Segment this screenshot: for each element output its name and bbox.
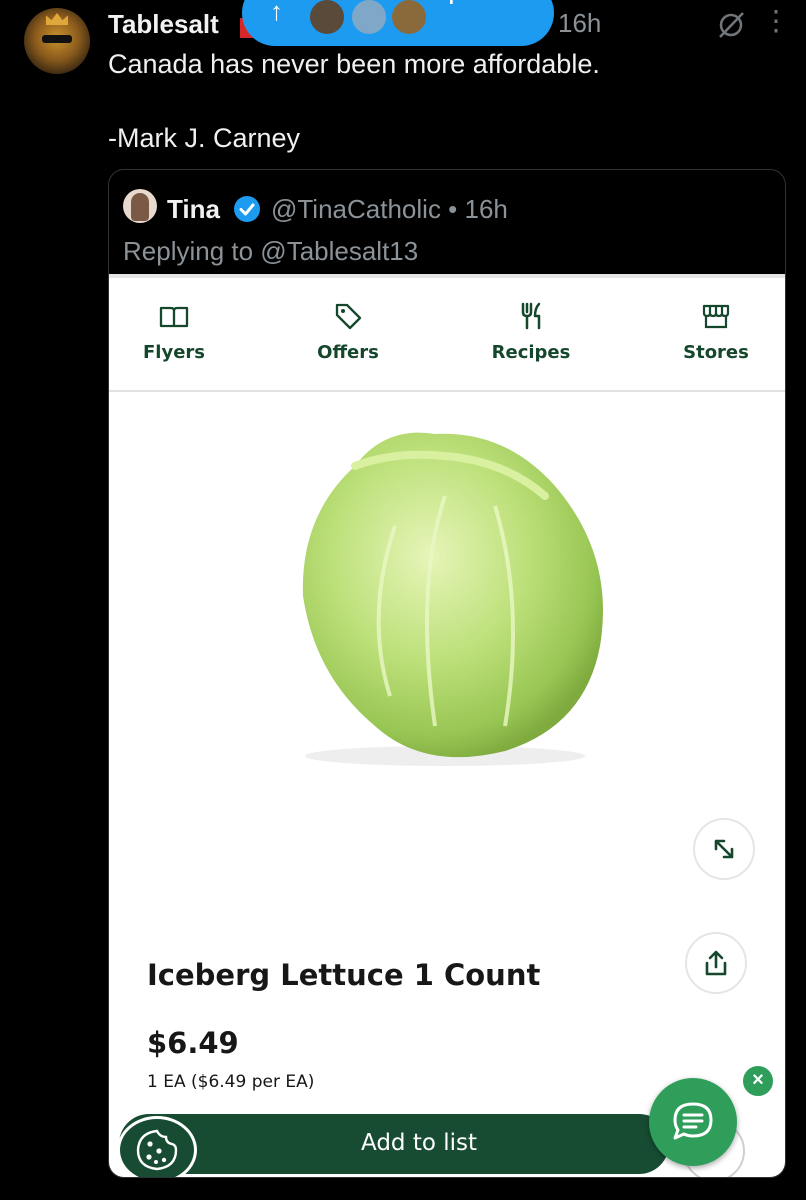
- expand-button[interactable]: [693, 818, 755, 880]
- tag-icon: [335, 303, 362, 330]
- banner-label: posted: [448, 0, 538, 6]
- fork-knife-icon: [521, 302, 541, 330]
- quote-handle-time: @TinaCatholic • 16h: [271, 194, 508, 224]
- lettuce-image: [302, 432, 603, 766]
- crown-icon: [46, 13, 68, 25]
- product-title: Iceberg Lettuce 1 Count: [147, 958, 541, 992]
- poster-avatar: [390, 0, 428, 36]
- tweet-time[interactable]: 16h: [558, 8, 601, 39]
- verified-icon: [234, 196, 260, 222]
- product-price: $6.49: [147, 1026, 239, 1060]
- nav-offers[interactable]: Offers: [283, 300, 413, 363]
- new-posts-banner[interactable]: ↑ posted: [242, 0, 554, 46]
- quote-avatar[interactable]: [123, 189, 157, 223]
- add-to-list-button[interactable]: Add to list: [119, 1114, 669, 1174]
- chat-button[interactable]: [649, 1078, 737, 1166]
- poster-avatar: [350, 0, 388, 36]
- store-nav: Flyers Offers Recipes Stores: [109, 278, 785, 392]
- sunglasses-icon: [42, 35, 72, 43]
- store-icon: [702, 304, 730, 329]
- quoted-tweet[interactable]: Tina @TinaCatholic • 16h Replying to @Ta…: [108, 169, 786, 1178]
- author-name[interactable]: Tablesalt: [108, 9, 219, 40]
- more-icon[interactable]: ⋮: [762, 7, 790, 38]
- close-icon[interactable]: ×: [741, 1064, 775, 1098]
- poster-avatars: [308, 0, 438, 36]
- expand-icon: [714, 839, 734, 859]
- book-icon: [159, 306, 189, 328]
- nav-label: Recipes: [491, 342, 571, 363]
- nav-recipes[interactable]: Recipes: [466, 300, 596, 363]
- nav-label: Flyers: [143, 342, 205, 363]
- replying-to[interactable]: Replying to @Tablesalt13: [123, 236, 418, 267]
- poster-avatar: [308, 0, 346, 36]
- store-app-screenshot: Flyers Offers Recipes Stores Iceberg Let…: [109, 274, 785, 1177]
- nav-label: Offers: [317, 342, 379, 363]
- chat-icon: [673, 1102, 713, 1140]
- arrow-up-icon: ↑: [270, 0, 283, 26]
- mute-icon[interactable]: [716, 10, 746, 40]
- share-button[interactable]: [685, 932, 747, 994]
- author-avatar[interactable]: [24, 8, 90, 74]
- cookie-settings-button[interactable]: [117, 1116, 197, 1177]
- nav-label: Stores: [683, 342, 749, 363]
- add-to-list-label: Add to list: [360, 1130, 478, 1156]
- tweet-text: Canada has never been more affordable. -…: [108, 49, 600, 153]
- cookie-icon: [136, 1129, 178, 1171]
- nav-stores[interactable]: Stores: [651, 300, 781, 363]
- nav-flyers[interactable]: Flyers: [109, 300, 239, 363]
- quote-author-name: Tina: [167, 194, 220, 224]
- unit-price: 1 EA ($6.49 per EA): [147, 1072, 315, 1092]
- share-icon: [705, 950, 727, 976]
